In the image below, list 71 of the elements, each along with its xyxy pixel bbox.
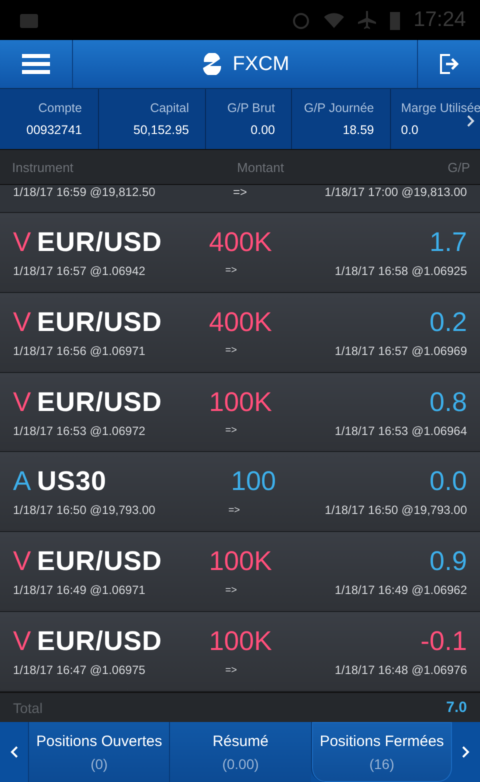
amount-value: 100K xyxy=(208,546,272,578)
close-detail: 1/18/17 16:49 @1.06962 xyxy=(334,583,467,598)
amount-value: 100K xyxy=(208,626,272,658)
amount-value: 400K xyxy=(208,226,272,258)
chevron-right-icon[interactable] xyxy=(466,115,476,127)
summary-value: 0.00 xyxy=(250,123,275,137)
profit-loss-value: 0.9 xyxy=(429,546,467,578)
profit-loss-value: -0.1 xyxy=(420,626,467,658)
tab[interactable]: Positions Fermées (16) xyxy=(310,722,452,782)
open-detail: 1/18/17 16:59 @19,812.50 xyxy=(13,185,156,199)
open-detail: 1/18/17 16:53 @1.06972 xyxy=(13,424,146,438)
close-detail: 1/18/17 16:48 @1.06976 xyxy=(334,663,467,678)
airplane-icon xyxy=(357,10,378,30)
close-detail: 1/18/17 16:57 @1.06969 xyxy=(334,344,467,358)
side-indicator: V xyxy=(13,626,32,658)
alarm-icon xyxy=(291,10,312,30)
open-detail: 1/18/17 16:57 @1.06942 xyxy=(13,264,146,278)
profit-loss-value: 0.2 xyxy=(429,306,467,338)
position-row[interactable]: V EUR/USD 100K -0.1 1/18/17 16:47 @1.06975 => 1/18/17 16:48 @1.06976 xyxy=(0,612,480,692)
clock-time: 17:24 xyxy=(413,8,466,32)
position-row[interactable]: V EUR/USD 400K 0.2 1/18/17 16:56 @1.06971 => 1/18/17 16:57 @1.06969 xyxy=(0,292,480,373)
summary-value: 50,152.95 xyxy=(133,123,189,137)
summary-label: Capital xyxy=(150,101,189,115)
app-title: FXCM xyxy=(232,52,290,76)
profit-loss-value: 0.8 xyxy=(429,386,467,418)
wifi-icon xyxy=(323,11,346,29)
logo-icon xyxy=(200,53,223,75)
open-detail: 1/18/17 16:50 @19,793.00 xyxy=(13,503,156,518)
menu-icon xyxy=(22,53,50,75)
profit-loss-value: 0.0 xyxy=(429,466,467,498)
summary-label: G/P Brut xyxy=(227,101,275,115)
arrow-text: => xyxy=(225,584,237,596)
open-detail: 1/18/17 16:49 @1.06971 xyxy=(13,583,146,598)
logout-icon xyxy=(438,53,460,75)
close-detail: 1/18/17 16:50 @19,793.00 xyxy=(324,503,467,518)
total-label: Total xyxy=(13,700,43,716)
total-value: 7.0 xyxy=(446,699,467,716)
arrow-text: => xyxy=(225,425,237,436)
arrow-text: => xyxy=(228,504,240,516)
side-indicator: V xyxy=(13,306,32,338)
arrow-text: => xyxy=(225,345,237,356)
arrow-text: => xyxy=(225,664,237,676)
close-detail: 1/18/17 16:58 @1.06925 xyxy=(334,264,467,278)
position-row[interactable]: V EUR/USD 400K 1.7 1/18/17 16:57 @1.06942 => 1/18/17 16:58 @1.06925 xyxy=(0,212,480,293)
summary-label: G/P Journée xyxy=(304,101,374,115)
position-row[interactable]: V EUR/USD 100K 0.9 1/18/17 16:49 @1.06971 => 1/18/17 16:49 @1.06962 xyxy=(0,532,480,612)
profit-loss-value: 1.7 xyxy=(429,226,467,258)
side-indicator: V xyxy=(13,386,32,418)
summary-value: 18.59 xyxy=(342,123,374,137)
instrument-symbol: US30 xyxy=(37,466,108,498)
position-row[interactable]: A US30 100 0.0 1/18/17 16:50 @19,793.00 => 1/18/17 16:50 @19,793.00 xyxy=(0,452,480,532)
open-detail: 1/18/17 16:47 @1.06975 xyxy=(13,663,146,678)
summary-value: 00932741 xyxy=(26,123,82,137)
close-detail: 1/18/17 16:53 @1.06964 xyxy=(334,424,467,438)
summary-label: Compte xyxy=(38,101,82,115)
tab[interactable]: Positions Ouvertes (0) xyxy=(28,722,170,782)
close-detail: 1/18/17 17:00 @19,813.00 xyxy=(324,185,467,199)
chevron-left-icon[interactable] xyxy=(9,746,19,758)
side-indicator: V xyxy=(13,546,32,578)
position-row[interactable]: V EUR/USD 100K 0.8 1/18/17 16:53 @1.06972 => 1/18/17 16:53 @1.06964 xyxy=(0,372,480,452)
battery-icon xyxy=(389,10,402,30)
summary-value: 0.0 xyxy=(401,123,418,137)
amount-value: 400K xyxy=(208,306,272,338)
arrow-text: => xyxy=(225,265,237,276)
tab[interactable]: Résumé (0.00) xyxy=(169,722,311,782)
amount-value: 100K xyxy=(208,386,272,418)
summary-label: Marge Utilisée xyxy=(401,101,480,115)
open-detail: 1/18/17 16:56 @1.06971 xyxy=(13,344,146,358)
side-indicator: V xyxy=(13,226,32,258)
arrow-text: => xyxy=(232,185,247,199)
side-indicator: A xyxy=(13,466,32,498)
